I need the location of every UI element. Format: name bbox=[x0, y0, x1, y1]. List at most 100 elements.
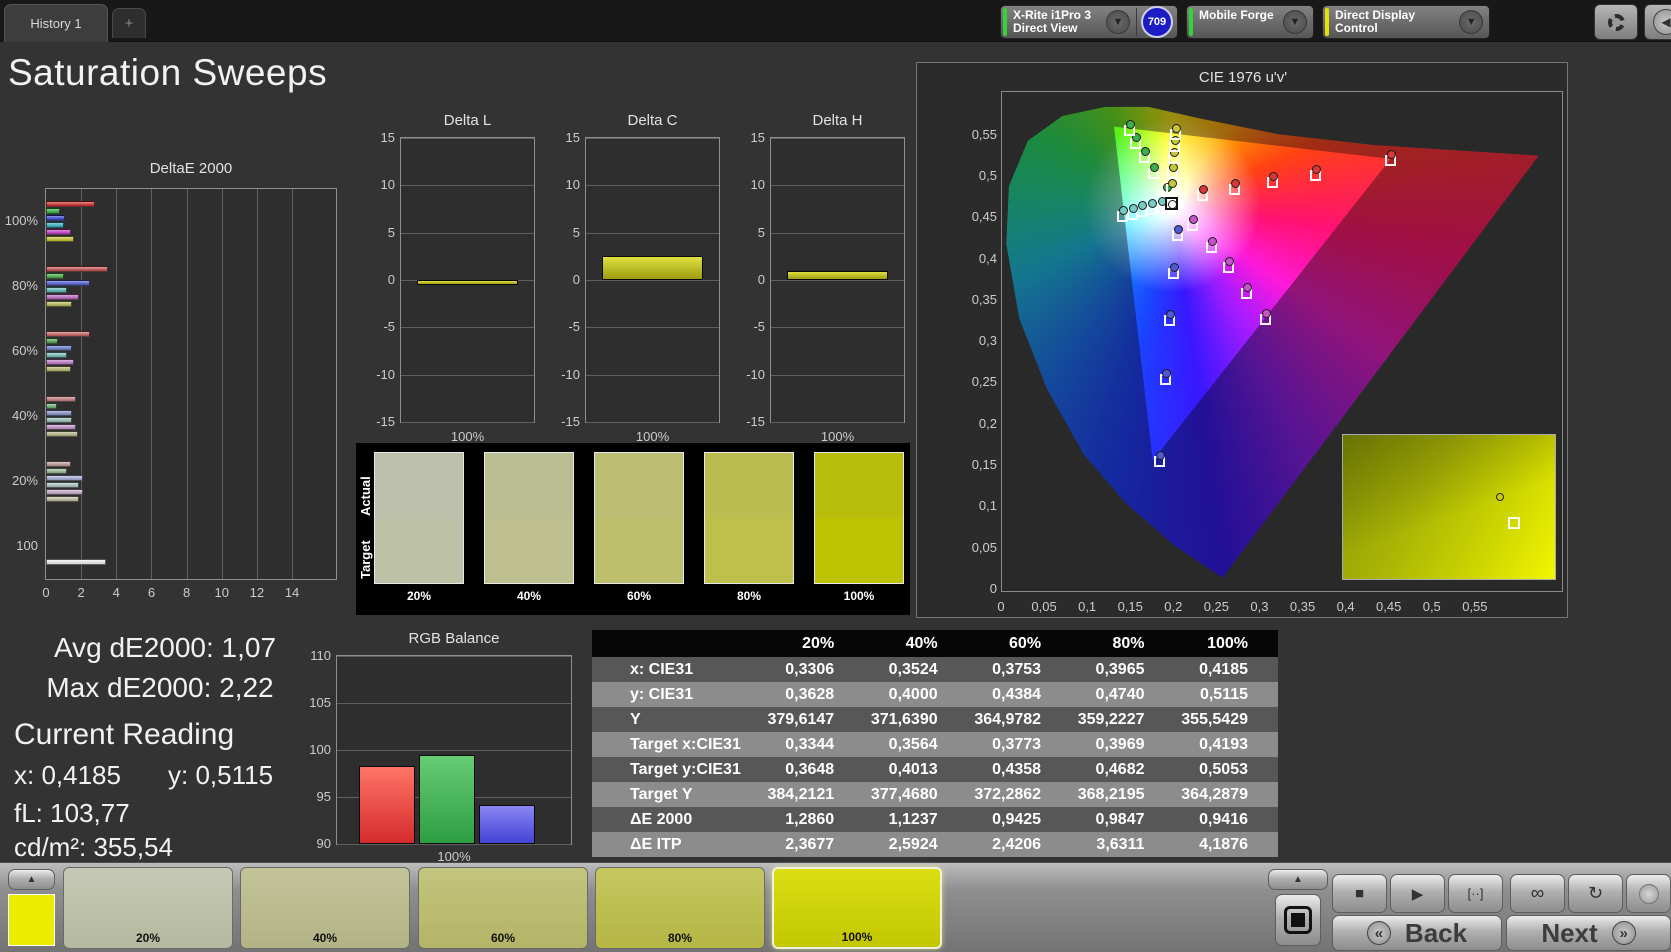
grid-line bbox=[81, 189, 83, 579]
de2000-bar bbox=[46, 482, 80, 488]
y-tick-label: 105 bbox=[309, 695, 331, 710]
chevron-down-icon[interactable]: ▼ bbox=[1106, 10, 1130, 34]
loop-button[interactable]: ↻ bbox=[1568, 874, 1623, 913]
de2000-bar bbox=[46, 331, 90, 337]
grid-line bbox=[771, 138, 904, 139]
de2000-bar bbox=[46, 236, 75, 242]
chevron-down-icon[interactable]: ▼ bbox=[1459, 10, 1483, 34]
plus-icon: + bbox=[124, 15, 134, 32]
patch-list-up-button[interactable]: ▲ bbox=[8, 869, 55, 890]
collapse-panel-button[interactable]: ◀ bbox=[1644, 4, 1671, 40]
grid-line bbox=[401, 374, 534, 376]
cie-x-tick-label: 0,5 bbox=[1422, 599, 1441, 614]
table-row: Target x:CIE31 0,3344 0,3564 0,3773 0,3969 0,… bbox=[592, 732, 1278, 757]
y-tick-label: -10 bbox=[376, 366, 395, 382]
x-tick-label: 0 bbox=[42, 585, 50, 600]
settings-button[interactable] bbox=[1594, 4, 1638, 40]
de2000-bar bbox=[46, 431, 78, 437]
cie-y-tick-label: 0 bbox=[989, 581, 997, 596]
grid-line bbox=[771, 327, 904, 329]
de2000-bar bbox=[46, 208, 61, 214]
play-button[interactable]: ▶ bbox=[1390, 874, 1445, 913]
cie-measured-red bbox=[1386, 149, 1396, 159]
table-row: Y 379,6147 371,6390 364,9782 359,2227 355,542… bbox=[592, 707, 1278, 732]
strip-swatch-100% bbox=[814, 452, 904, 584]
rgb-bar-green bbox=[419, 754, 475, 844]
single-measure-button[interactable]: [··] bbox=[1448, 874, 1503, 913]
display-status-stripe bbox=[1325, 8, 1329, 36]
results-table: 20% 40% 60% 80% 100% x: CIE31 0,3306 0,3524 0,37… bbox=[592, 630, 1278, 857]
colorspace-badge[interactable]: 709 bbox=[1141, 6, 1173, 38]
meter-selector[interactable]: X-Rite i1Pro 3 Direct View ▼ 709 bbox=[1000, 5, 1178, 39]
strip-actual-half bbox=[375, 453, 463, 518]
cie-x-tick-label: 0,55 bbox=[1462, 599, 1488, 614]
delta-bar bbox=[786, 270, 889, 280]
cie-x-tick-label: 0,1 bbox=[1078, 599, 1097, 614]
source-selector[interactable]: Mobile Forge ▼ bbox=[1186, 5, 1314, 39]
grid-line bbox=[221, 189, 223, 579]
play-icon: ▶ bbox=[1411, 885, 1424, 903]
de2000-bar bbox=[46, 403, 57, 409]
grid-line bbox=[401, 232, 534, 234]
y-tick-label: 5 bbox=[572, 224, 580, 240]
table-row: ΔE ITP 2,3677 2,5924 2,4206 3,6311 4,1876 bbox=[592, 832, 1278, 857]
chevron-down-icon[interactable]: ▼ bbox=[1283, 10, 1307, 34]
cie-title: CIE 1976 u'v' bbox=[1198, 69, 1288, 86]
grid-line bbox=[256, 189, 258, 579]
strip-swatch-60% bbox=[594, 452, 684, 584]
grid-line bbox=[586, 280, 719, 281]
patch-button-20%[interactable]: 20% bbox=[63, 867, 233, 949]
actual-label: Actual bbox=[358, 476, 373, 516]
y-tick-label: 95 bbox=[316, 789, 331, 804]
display-control-selector[interactable]: Direct Display Control ▼ bbox=[1322, 5, 1490, 39]
tab-history-1[interactable]: History 1 bbox=[4, 4, 108, 42]
patch-button-80%[interactable]: 80% bbox=[595, 867, 765, 949]
back-button[interactable]: « Back bbox=[1332, 915, 1502, 951]
grid-line bbox=[771, 422, 904, 423]
add-tab-button[interactable]: + bbox=[112, 8, 146, 38]
avg-de2000: Avg dE2000: 1,07 bbox=[53, 632, 277, 663]
cie-y-tick-label: 0,45 bbox=[971, 209, 997, 225]
de2000-bar bbox=[46, 301, 73, 307]
grid-line bbox=[401, 138, 534, 139]
de2000-bar bbox=[46, 273, 64, 279]
de2000-bar bbox=[46, 417, 73, 423]
meter-mode: Direct View bbox=[1013, 21, 1078, 35]
patch-control-bar: ▲ 20% 40% 60% 80% 100% ▲ ■ ▶ [··] ∞ ↻ « Back… bbox=[0, 862, 1671, 952]
stop-button[interactable]: ■ bbox=[1332, 874, 1387, 913]
controls-up-button[interactable]: ▲ bbox=[1268, 869, 1328, 890]
group-label: 20% bbox=[11, 472, 38, 488]
cie-measured-magenta bbox=[1224, 257, 1234, 267]
current-cdm2: cd/m²: 355,54 bbox=[14, 832, 173, 862]
group-label: 100% bbox=[4, 212, 38, 228]
y-tick-label: -15 bbox=[746, 414, 765, 429]
y-tick-label: 15 bbox=[565, 130, 580, 145]
record-button[interactable] bbox=[1626, 874, 1671, 913]
y-tick-label: -5 bbox=[383, 319, 395, 335]
de2000-bar bbox=[46, 496, 80, 502]
patch-button-40%[interactable]: 40% bbox=[240, 867, 410, 949]
cie-x-tick-label: 0,05 bbox=[1031, 599, 1057, 614]
de2000-bar bbox=[46, 280, 90, 286]
patch-button-100%[interactable]: 100% bbox=[772, 867, 942, 949]
cie-measured-blue bbox=[1155, 450, 1165, 460]
patch-button-label: 40% bbox=[312, 931, 338, 945]
de2000-bar bbox=[46, 489, 83, 495]
strip-actual-half bbox=[705, 453, 793, 518]
continuous-measure-button[interactable]: ∞ bbox=[1510, 874, 1565, 913]
delta-bar bbox=[601, 256, 704, 280]
de2000-bar bbox=[46, 396, 76, 402]
patch-button-60%[interactable]: 60% bbox=[418, 867, 588, 949]
patch-window-button[interactable] bbox=[1275, 894, 1321, 946]
patch-button-label: 20% bbox=[135, 931, 161, 945]
cie-measured-magenta bbox=[1261, 309, 1271, 319]
cie-measured-yellow bbox=[1168, 178, 1178, 188]
reference-color-swatch[interactable] bbox=[8, 894, 55, 946]
target-label: Target bbox=[358, 540, 373, 580]
cie-x-tick-label: 0,2 bbox=[1164, 599, 1183, 614]
y-tick-label: -10 bbox=[561, 366, 580, 382]
strip-swatch-label: 40% bbox=[516, 589, 542, 603]
rgb-bar-blue bbox=[479, 804, 535, 844]
cie-measured-yellow bbox=[1171, 123, 1181, 133]
next-button[interactable]: Next » bbox=[1506, 915, 1671, 951]
